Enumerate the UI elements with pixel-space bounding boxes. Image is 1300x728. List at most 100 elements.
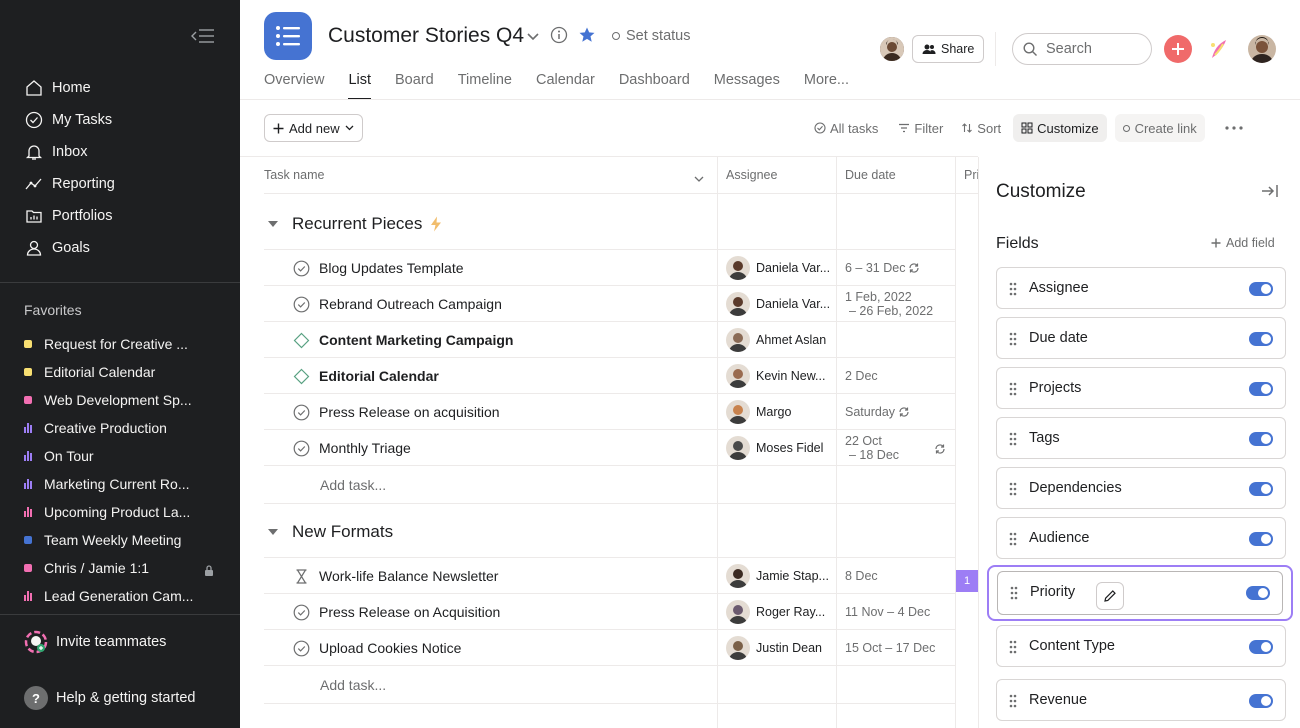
- field-toggle[interactable]: [1249, 694, 1273, 708]
- edit-pencil-icon[interactable]: [1096, 582, 1124, 610]
- due-date-cell[interactable]: 6 – 31 Dec: [845, 261, 920, 275]
- drag-handle-icon[interactable]: [1009, 382, 1017, 396]
- task-name[interactable]: Content Marketing Campaign: [319, 332, 513, 348]
- complete-check-icon[interactable]: [293, 296, 310, 313]
- complete-check-icon[interactable]: [293, 640, 310, 657]
- user-avatar[interactable]: [1248, 35, 1276, 63]
- favorite-item[interactable]: Editorial Calendar: [0, 358, 240, 386]
- assignee-cell[interactable]: Justin Dean: [726, 636, 822, 660]
- favorite-item[interactable]: Creative Production: [0, 414, 240, 442]
- complete-check-icon[interactable]: [293, 604, 310, 621]
- field-row-priority[interactable]: Priority: [987, 565, 1293, 621]
- sidebar-item-home[interactable]: Home: [0, 72, 240, 104]
- table-row[interactable]: Blog Updates Template Daniela Var... 6 – 3…: [264, 250, 956, 286]
- section-header[interactable]: New Formats: [264, 522, 393, 542]
- table-row[interactable]: Work-life Balance Newsletter Jamie Stap..…: [264, 558, 956, 594]
- tab-timeline[interactable]: Timeline: [458, 72, 512, 100]
- field-row-revenue[interactable]: Revenue: [996, 679, 1286, 721]
- field-row-projects[interactable]: Projects: [996, 367, 1286, 409]
- share-button[interactable]: Share: [912, 35, 985, 63]
- due-date-cell[interactable]: 1 Feb, 2022– 26 Feb, 2022: [845, 290, 933, 318]
- favorite-item[interactable]: Web Development Sp...: [0, 386, 240, 414]
- project-member-avatar[interactable]: [880, 37, 904, 61]
- tab-dashboard[interactable]: Dashboard: [619, 72, 690, 100]
- complete-check-icon[interactable]: [293, 440, 310, 457]
- upgrade-feather-icon[interactable]: [1206, 36, 1232, 62]
- chevron-down-icon[interactable]: [694, 170, 704, 186]
- collapse-triangle-icon[interactable]: [268, 221, 278, 227]
- column-header-task-name[interactable]: Task name: [264, 168, 324, 182]
- field-row-content-type[interactable]: Content Type: [996, 625, 1286, 667]
- add-task-button[interactable]: Add task...: [320, 477, 386, 493]
- field-toggle[interactable]: [1249, 532, 1273, 546]
- hourglass-icon[interactable]: [293, 568, 310, 585]
- due-date-cell[interactable]: 15 Oct – 17 Dec: [845, 641, 935, 655]
- drag-handle-icon[interactable]: [1009, 432, 1017, 446]
- complete-check-icon[interactable]: [293, 260, 310, 277]
- due-date-cell[interactable]: Saturday: [845, 405, 910, 419]
- tab-overview[interactable]: Overview: [264, 72, 324, 100]
- field-toggle[interactable]: [1246, 586, 1270, 600]
- filter-button[interactable]: Filter: [890, 114, 951, 142]
- complete-check-icon[interactable]: [293, 404, 310, 421]
- sidebar-item-portfolios[interactable]: Portfolios: [0, 200, 240, 232]
- table-row[interactable]: Rebrand Outreach Campaign Daniela Var... 1…: [264, 286, 956, 322]
- table-row[interactable]: Editorial Calendar Kevin New... 2 Dec: [264, 358, 956, 394]
- favorite-item[interactable]: Request for Creative ...: [0, 330, 240, 358]
- tab-more[interactable]: More...: [804, 72, 849, 100]
- assignee-cell[interactable]: Daniela Var...: [726, 292, 830, 316]
- task-name[interactable]: Work-life Balance Newsletter: [319, 568, 498, 584]
- drag-handle-icon[interactable]: [1009, 532, 1017, 546]
- favorite-item[interactable]: Upcoming Product La...: [0, 498, 240, 526]
- task-name[interactable]: Upload Cookies Notice: [319, 640, 461, 656]
- column-header-assignee[interactable]: Assignee: [726, 168, 777, 182]
- field-toggle[interactable]: [1249, 382, 1273, 396]
- assignee-cell[interactable]: Moses Fidel: [726, 436, 823, 460]
- priority-badge[interactable]: 1: [956, 570, 978, 592]
- drag-handle-icon[interactable]: [1010, 586, 1018, 600]
- close-panel-icon[interactable]: [1261, 183, 1279, 199]
- favorite-item[interactable]: Chris / Jamie 1:1: [0, 554, 240, 582]
- table-row[interactable]: Monthly Triage Moses Fidel 22 Oct – 18 Dec: [264, 430, 956, 466]
- due-date-cell[interactable]: 22 Oct – 18 Dec: [845, 434, 899, 462]
- project-title[interactable]: Customer Stories Q4: [328, 24, 524, 48]
- field-row-audience[interactable]: Audience: [996, 517, 1286, 559]
- tab-calendar[interactable]: Calendar: [536, 72, 595, 100]
- add-task-button[interactable]: Add task...: [320, 677, 386, 693]
- favorite-item[interactable]: Marketing Current Ro...: [0, 470, 240, 498]
- sidebar-item-inbox[interactable]: Inbox: [0, 136, 240, 168]
- table-row[interactable]: Press Release on acquisition Margo Saturda…: [264, 394, 956, 430]
- drag-handle-icon[interactable]: [1009, 332, 1017, 346]
- assignee-cell[interactable]: Daniela Var...: [726, 256, 830, 280]
- add-new-button[interactable]: Add new: [264, 114, 363, 142]
- favorite-item[interactable]: Lead Generation Cam...: [0, 582, 240, 610]
- task-name[interactable]: Monthly Triage: [319, 440, 411, 456]
- field-row-tags[interactable]: Tags: [996, 417, 1286, 459]
- collapse-sidebar-icon[interactable]: [190, 26, 216, 46]
- quick-add-button[interactable]: [1164, 35, 1192, 63]
- milestone-diamond-icon[interactable]: [293, 332, 310, 349]
- sidebar-item-goals[interactable]: Goals: [0, 232, 240, 264]
- task-name[interactable]: Press Release on Acquisition: [319, 604, 500, 620]
- column-header-due-date[interactable]: Due date: [845, 168, 896, 182]
- table-row[interactable]: Content Marketing Campaign Ahmet Aslan: [264, 322, 956, 358]
- task-name[interactable]: Blog Updates Template: [319, 260, 464, 276]
- field-toggle[interactable]: [1249, 282, 1273, 296]
- invite-teammates-button[interactable]: Invite teammates: [24, 630, 166, 654]
- sidebar-item-reporting[interactable]: Reporting: [0, 168, 240, 200]
- task-name[interactable]: Press Release on acquisition: [319, 404, 500, 420]
- star-icon[interactable]: [578, 26, 596, 47]
- field-toggle[interactable]: [1249, 482, 1273, 496]
- due-date-cell[interactable]: 8 Dec: [845, 569, 878, 583]
- field-row-assignee[interactable]: Assignee: [996, 267, 1286, 309]
- collapse-triangle-icon[interactable]: [268, 529, 278, 535]
- table-row[interactable]: Upload Cookies Notice Justin Dean 15 Oct –…: [264, 630, 956, 666]
- all-tasks-button[interactable]: All tasks: [806, 114, 886, 142]
- set-status-button[interactable]: Set status: [612, 28, 690, 44]
- more-options-icon[interactable]: [1217, 114, 1251, 142]
- help-button[interactable]: ? Help & getting started: [24, 686, 195, 710]
- drag-handle-icon[interactable]: [1009, 282, 1017, 296]
- field-toggle[interactable]: [1249, 640, 1273, 654]
- assignee-cell[interactable]: Margo: [726, 400, 791, 424]
- milestone-diamond-icon[interactable]: [293, 368, 310, 385]
